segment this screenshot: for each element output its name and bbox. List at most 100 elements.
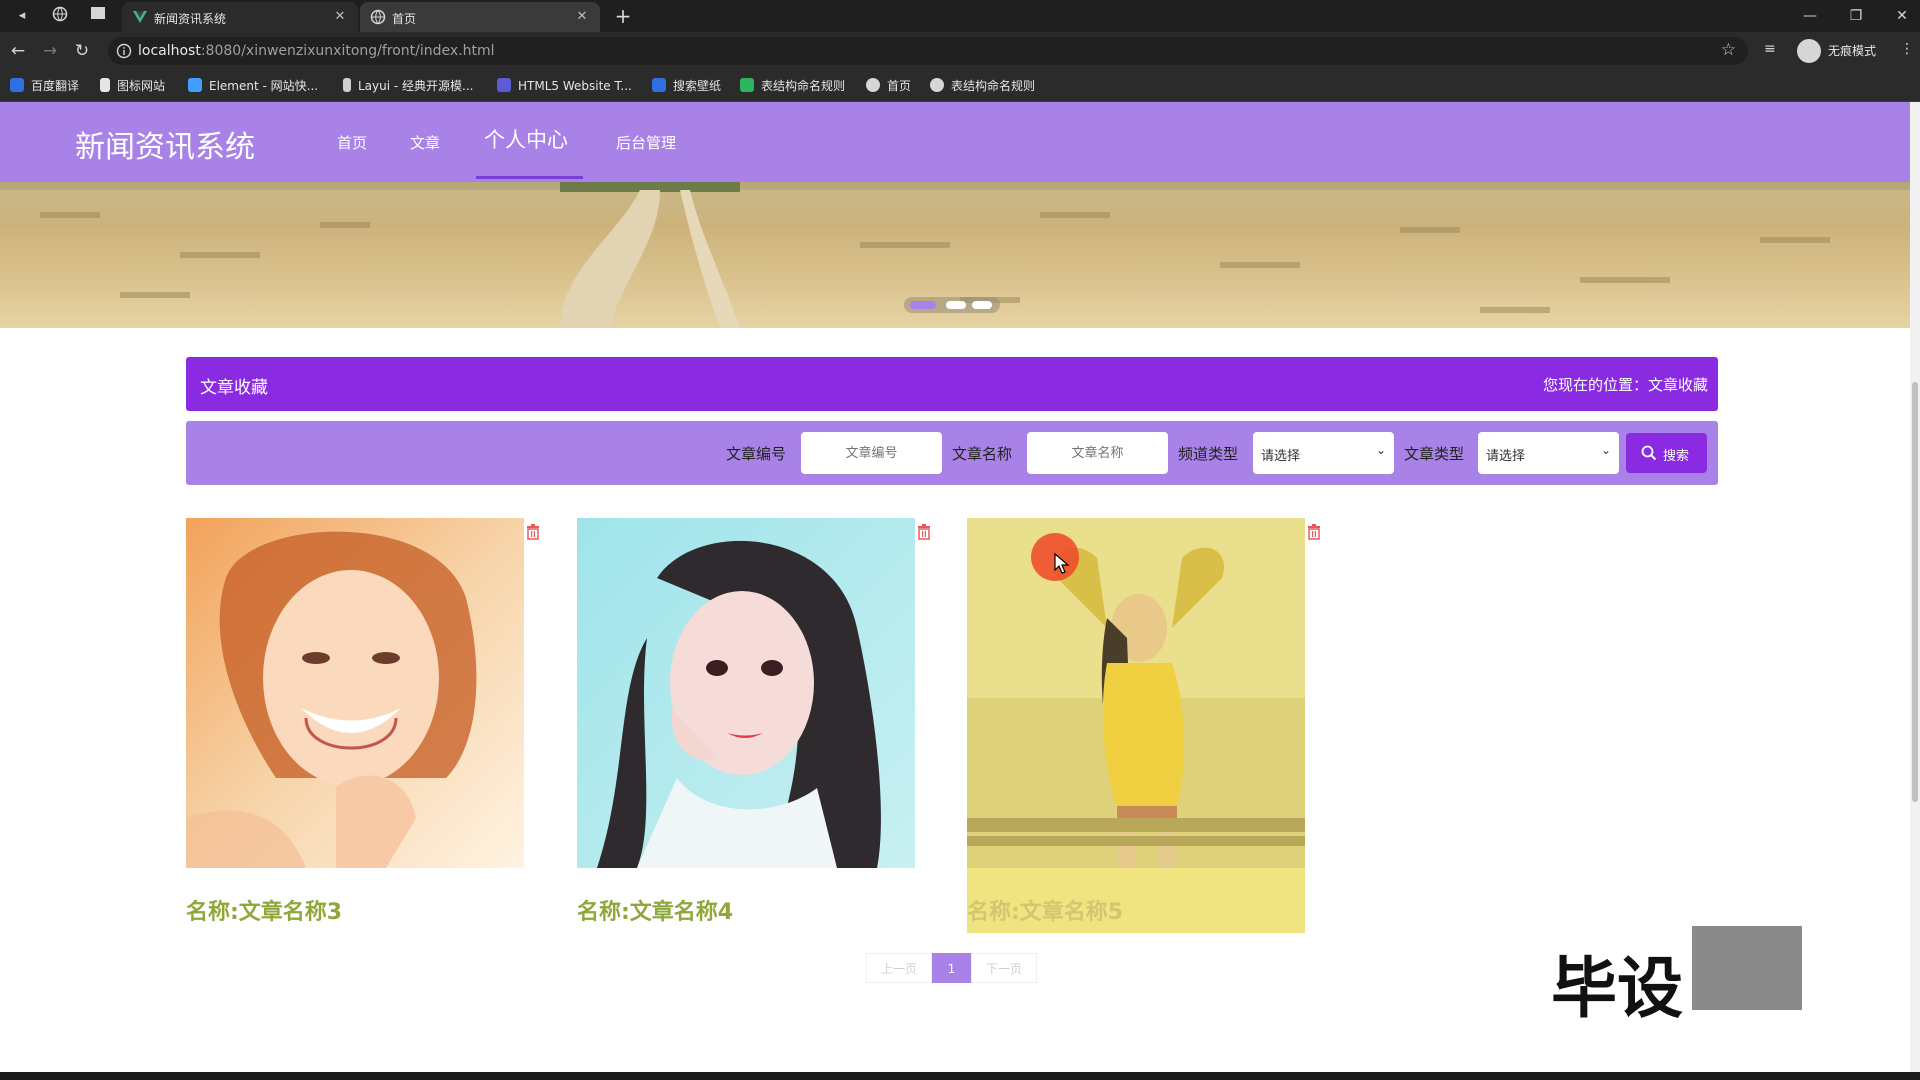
mouse-cursor-icon bbox=[1054, 553, 1070, 574]
girl-portrait-image bbox=[186, 518, 524, 868]
tab-close-icon[interactable]: ✕ bbox=[332, 9, 348, 25]
girl-on-bench-image bbox=[967, 518, 1305, 868]
article-thumbnail[interactable] bbox=[967, 518, 1305, 868]
bookmark-item[interactable]: HTML5 Website T... bbox=[497, 77, 632, 95]
layui-logo-icon bbox=[343, 78, 351, 92]
banner-carousel[interactable] bbox=[0, 182, 1910, 328]
article-type-select[interactable]: 请选择 ⌄ bbox=[1478, 432, 1619, 474]
reading-list-icon[interactable]: ≡ bbox=[1764, 41, 1776, 57]
bookmark-label: 表结构命名规则 bbox=[761, 79, 846, 93]
article-id-input[interactable] bbox=[801, 432, 942, 474]
article-title[interactable]: 名称:文章名称3 bbox=[186, 894, 342, 926]
select-value: 请选择 bbox=[1261, 449, 1301, 464]
site-header: 新闻资讯系统 首页 文章 个人中心 后台管理 bbox=[0, 102, 1910, 182]
bookmark-label: 搜索壁纸 bbox=[673, 79, 722, 93]
globe-icon bbox=[370, 9, 386, 25]
site-logo[interactable]: 新闻资讯系统 bbox=[75, 122, 255, 166]
info-icon[interactable] bbox=[116, 43, 132, 59]
tab-title: 新闻资讯系统 bbox=[154, 12, 227, 26]
close-window-icon[interactable]: ✕ bbox=[1882, 4, 1920, 28]
nav-articles[interactable]: 文章 bbox=[410, 132, 440, 153]
article-thumbnail[interactable] bbox=[577, 518, 915, 868]
tab-search-icon[interactable]: ◂ bbox=[12, 6, 32, 26]
carousel-dot[interactable] bbox=[946, 301, 966, 309]
bookmark-item[interactable]: 表结构命名规则 bbox=[740, 77, 845, 95]
breadcrumb: 文章收藏 您现在的位置：文章收藏 bbox=[186, 357, 1718, 411]
incognito-label[interactable]: 无痕模式 bbox=[1828, 42, 1876, 59]
chevron-down-icon: ⌄ bbox=[1600, 443, 1611, 457]
delete-trash-icon[interactable] bbox=[917, 524, 933, 540]
url-path: :8080/xinwenzixunxitong/front/index.html bbox=[200, 43, 495, 59]
restore-icon[interactable]: ❐ bbox=[1836, 4, 1876, 28]
article-title[interactable]: 名称:文章名称4 bbox=[577, 894, 733, 926]
carousel-dot[interactable] bbox=[910, 301, 936, 309]
minimize-icon[interactable]: — bbox=[1790, 4, 1830, 28]
page-title: 文章收藏 bbox=[200, 378, 268, 398]
bookmark-item[interactable]: Element - 网站快... bbox=[188, 77, 318, 95]
bookmark-label: Element - 网站快... bbox=[209, 79, 319, 93]
bookmarks-bar: 百度翻译 图标网站 Element - 网站快... Layui - 经典开源模… bbox=[0, 70, 1920, 102]
bookmark-star-icon[interactable]: ☆ bbox=[1721, 40, 1736, 60]
bookmark-item[interactable]: 搜索壁纸 bbox=[652, 77, 721, 95]
sheet-icon bbox=[740, 78, 754, 92]
nav-home[interactable]: 首页 bbox=[337, 132, 367, 153]
article-title[interactable]: 名称:文章名称5 bbox=[967, 894, 1123, 926]
bookmark-item[interactable]: Layui - 经典开源模... bbox=[343, 77, 473, 95]
tab-news-system[interactable]: 新闻资讯系统 ✕ bbox=[122, 2, 358, 32]
prev-page-button[interactable]: 上一页 bbox=[866, 953, 932, 983]
article-card[interactable]: 名称:文章名称4 bbox=[577, 518, 930, 933]
watermark-text: 毕设 bbox=[1551, 950, 1683, 1027]
url-host: localhost bbox=[138, 43, 201, 59]
carousel-dot[interactable] bbox=[972, 301, 992, 309]
tab-home[interactable]: 首页 ✕ bbox=[360, 2, 600, 32]
bookmark-label: Layui - 经典开源模... bbox=[358, 79, 474, 93]
menu-kebab-icon[interactable]: ⋮ bbox=[1900, 41, 1914, 57]
globe-icon bbox=[930, 78, 944, 92]
forward-icon[interactable]: → bbox=[39, 40, 61, 62]
translate-icon bbox=[10, 78, 24, 92]
url-text: localhost:8080/xinwenzixunxitong/front/i… bbox=[138, 43, 495, 59]
globe-icon[interactable] bbox=[50, 6, 70, 26]
reload-icon[interactable]: ↻ bbox=[71, 40, 93, 62]
nav-personal-center[interactable]: 个人中心 bbox=[484, 124, 568, 154]
element-logo-icon bbox=[188, 78, 202, 92]
article-name-input[interactable] bbox=[1027, 432, 1168, 474]
article-card[interactable]: 名称:文章名称5 bbox=[967, 518, 1320, 933]
tab-close-icon[interactable]: ✕ bbox=[574, 9, 590, 25]
search-icon bbox=[1641, 445, 1657, 461]
watermark-blur bbox=[1692, 926, 1802, 1010]
bookmark-label: 首页 bbox=[887, 79, 912, 93]
search-bar: 文章编号 文章名称 频道类型 请选择 ⌄ 文章类型 请选择 ⌄ 搜索 bbox=[186, 421, 1718, 485]
nav-admin[interactable]: 后台管理 bbox=[616, 132, 676, 153]
window-icon[interactable] bbox=[88, 6, 108, 26]
bookmark-item[interactable]: 百度翻译 bbox=[10, 77, 79, 95]
next-page-button[interactable]: 下一页 bbox=[971, 953, 1037, 983]
illustrated-girl-image bbox=[577, 518, 915, 868]
bookmark-label: 百度翻译 bbox=[31, 79, 80, 93]
scrollbar-thumb[interactable] bbox=[1912, 382, 1918, 802]
page-number-button[interactable]: 1 bbox=[932, 953, 971, 983]
chevron-down-icon: ⌄ bbox=[1375, 443, 1386, 457]
delete-trash-icon[interactable] bbox=[526, 524, 542, 540]
tab-title: 首页 bbox=[392, 12, 417, 26]
new-tab-icon[interactable]: + bbox=[612, 5, 634, 27]
bookmark-label: 图标网站 bbox=[117, 79, 166, 93]
breadcrumb-location: 您现在的位置：文章收藏 bbox=[1542, 376, 1708, 394]
back-icon[interactable]: ← bbox=[7, 40, 29, 62]
page-scrollbar[interactable] bbox=[1910, 102, 1920, 1072]
address-bar[interactable]: localhost:8080/xinwenzixunxitong/front/i… bbox=[108, 37, 1748, 65]
select-value: 请选择 bbox=[1486, 449, 1526, 464]
delete-trash-icon[interactable] bbox=[1307, 524, 1323, 540]
incognito-icon[interactable] bbox=[1797, 39, 1821, 63]
search-button[interactable]: 搜索 bbox=[1626, 433, 1707, 473]
article-name-label: 文章名称 bbox=[952, 445, 1013, 463]
article-thumbnail[interactable] bbox=[186, 518, 524, 868]
bookmark-item[interactable]: 图标网站 bbox=[100, 77, 165, 95]
nav-active-indicator bbox=[476, 176, 583, 179]
browser-toolbar: ← → ↻ localhost:8080/xinwenzixunxitong/f… bbox=[0, 32, 1920, 70]
channel-type-select[interactable]: 请选择 ⌄ bbox=[1253, 432, 1394, 474]
bookmark-item[interactable]: 表结构命名规则 bbox=[930, 77, 1035, 95]
bookmark-item[interactable]: 首页 bbox=[866, 77, 911, 95]
article-card[interactable]: 名称:文章名称3 bbox=[186, 518, 539, 933]
article-type-label: 文章类型 bbox=[1404, 445, 1465, 463]
